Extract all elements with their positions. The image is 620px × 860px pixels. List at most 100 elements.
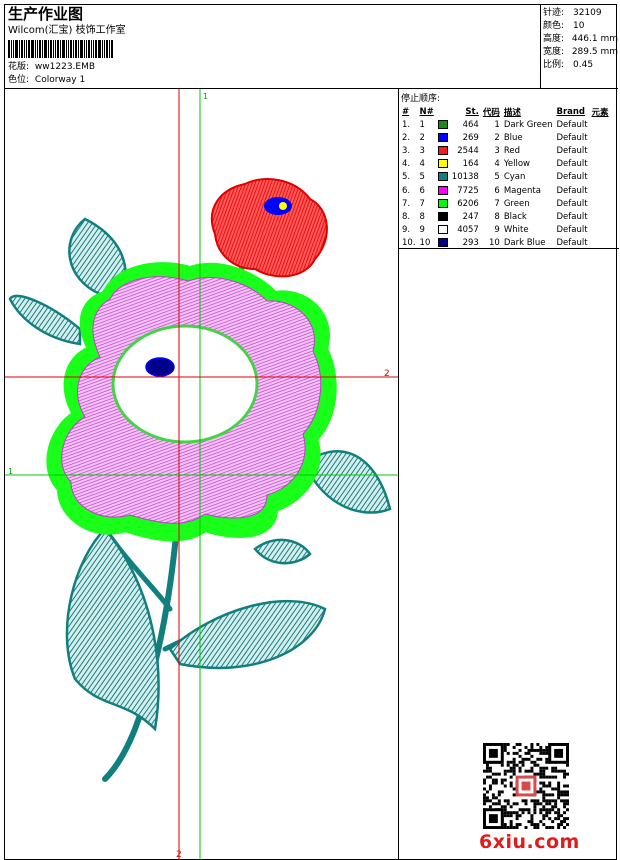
col-swatch — [436, 105, 450, 118]
row-code: 4 — [494, 159, 500, 170]
row-index: 7. — [402, 198, 411, 209]
table-row: 6. 6 7725 6 Magenta Default — [400, 184, 611, 197]
color-swatch — [437, 172, 448, 182]
row-stitches: 4057 — [457, 225, 479, 236]
row-element — [590, 237, 611, 250]
design-stats: 针迹: 32109 颜色: 10 高度: 446.1 mm 宽度: 289.5 mm 比… — [540, 5, 618, 89]
table-header-row: # N# St. 代码 描述 Brand 元素 — [400, 105, 611, 118]
flower-stamen — [145, 357, 175, 377]
design-label: 花版: — [8, 62, 30, 72]
row-brand: Default — [556, 211, 588, 222]
row-description: Red — [503, 145, 520, 156]
stat-stitches: 针迹: 32109 — [543, 8, 602, 18]
row-index: 6. — [402, 185, 411, 196]
color-swatch — [437, 185, 448, 195]
guide-label-v2: 2 — [176, 850, 182, 860]
red-flower-center — [264, 197, 292, 215]
col-index: # — [402, 106, 410, 117]
table-row: 1. 1 464 1 Dark Green Default — [400, 118, 611, 131]
stat-colors: 颜色: 10 — [543, 21, 585, 31]
row-needle: 10 — [419, 238, 431, 249]
row-stitches: 247 — [462, 211, 479, 222]
row-swatch — [436, 158, 450, 171]
row-description: Dark Green — [503, 119, 553, 130]
row-element — [590, 210, 611, 223]
leaf-small-right — [253, 538, 312, 565]
row-description: Yellow — [503, 159, 531, 170]
company-name: Wilcom(汇宝) 枝饰工作室 — [8, 25, 126, 36]
guide-label-v1: 1 — [203, 92, 208, 101]
embroidery-preview: 1 2 1 2 — [5, 89, 398, 860]
row-needle: 7 — [419, 198, 425, 209]
col-needle: N# — [419, 106, 434, 117]
row-code: 5 — [494, 172, 500, 183]
row-element — [590, 131, 611, 144]
row-needle: 2 — [419, 132, 425, 143]
row-brand: Default — [556, 198, 588, 209]
row-stitches: 6206 — [457, 198, 479, 209]
guide-label-h1: 1 — [8, 467, 13, 476]
row-brand: Default — [556, 159, 588, 170]
table-row: 5. 5 10138 5 Cyan Default — [400, 171, 611, 184]
side-panel: 停止顺序: # N# St. 代码 描述 Brand 元素 1. 1 464 1 Dar… — [398, 89, 619, 860]
row-description: Dark Blue — [503, 238, 546, 249]
guide-lines: 1 2 1 2 — [5, 89, 398, 860]
red-flower — [210, 178, 328, 278]
stat-width: 宽度: 289.5 mm — [543, 47, 618, 57]
table-row: 2. 2 269 2 Blue Default — [400, 131, 611, 144]
row-element — [590, 158, 611, 171]
site-watermark: 6xiu.com — [479, 831, 580, 853]
row-brand: Default — [556, 225, 588, 236]
row-brand: Default — [556, 172, 588, 183]
row-brand: Default — [556, 145, 588, 156]
color-swatch — [437, 225, 448, 235]
stop-sequence-title: 停止顺序: — [401, 94, 441, 104]
row-code: 10 — [489, 238, 500, 249]
row-index: 10. — [402, 238, 416, 249]
row-description: Blue — [503, 132, 523, 143]
row-index: 5. — [402, 172, 411, 183]
production-worksheet: 生产作业图 Wilcom(汇宝) 枝饰工作室 花版: ww1223.EMB 色位… — [4, 4, 619, 860]
colorway-line: 色位: Colorway 1 — [8, 75, 85, 86]
header: 生产作业图 Wilcom(汇宝) 枝饰工作室 花版: ww1223.EMB 色位… — [5, 5, 618, 89]
row-swatch — [436, 210, 450, 223]
row-element — [590, 118, 611, 131]
page-title: 生产作业图 — [8, 5, 84, 23]
main-flower — [46, 262, 337, 542]
colorway-value: Colorway 1 — [34, 75, 86, 85]
leaf-lower-left — [65, 527, 160, 732]
row-needle: 5 — [419, 172, 425, 183]
row-swatch — [436, 131, 450, 144]
col-brand: Brand — [556, 106, 586, 117]
row-needle: 1 — [419, 119, 425, 130]
row-code: 8 — [494, 211, 500, 222]
row-swatch — [436, 118, 450, 131]
leaf-left — [8, 294, 82, 346]
table-row: 9. 9 4057 9 White Default — [400, 224, 611, 237]
design-value: ww1223.EMB — [34, 62, 96, 72]
row-needle: 8 — [419, 211, 425, 222]
color-swatch — [437, 159, 448, 169]
row-index: 1. — [402, 119, 411, 130]
row-description: White — [503, 225, 529, 236]
row-stitches: 164 — [462, 159, 479, 170]
row-stitches: 464 — [462, 119, 479, 130]
row-element — [590, 197, 611, 210]
row-description: Black — [503, 211, 527, 222]
stat-height: 高度: 446.1 mm — [543, 34, 618, 44]
row-swatch — [436, 184, 450, 197]
color-swatch — [437, 145, 448, 155]
row-swatch — [436, 144, 450, 157]
color-swatch — [437, 238, 448, 248]
color-swatch — [437, 198, 448, 208]
row-code: 9 — [494, 225, 500, 236]
row-index: 8. — [402, 211, 411, 222]
row-swatch — [436, 237, 450, 250]
row-stitches: 269 — [462, 132, 479, 143]
stop-sequence: 停止顺序: # N# St. 代码 描述 Brand 元素 1. 1 464 1 Dar… — [399, 89, 619, 249]
row-description: Cyan — [503, 172, 526, 183]
col-element: 元素 — [591, 107, 609, 118]
row-index: 4. — [402, 159, 411, 170]
stop-sequence-table: # N# St. 代码 描述 Brand 元素 1. 1 464 1 Dark Gree… — [400, 105, 611, 250]
row-element — [590, 144, 611, 157]
